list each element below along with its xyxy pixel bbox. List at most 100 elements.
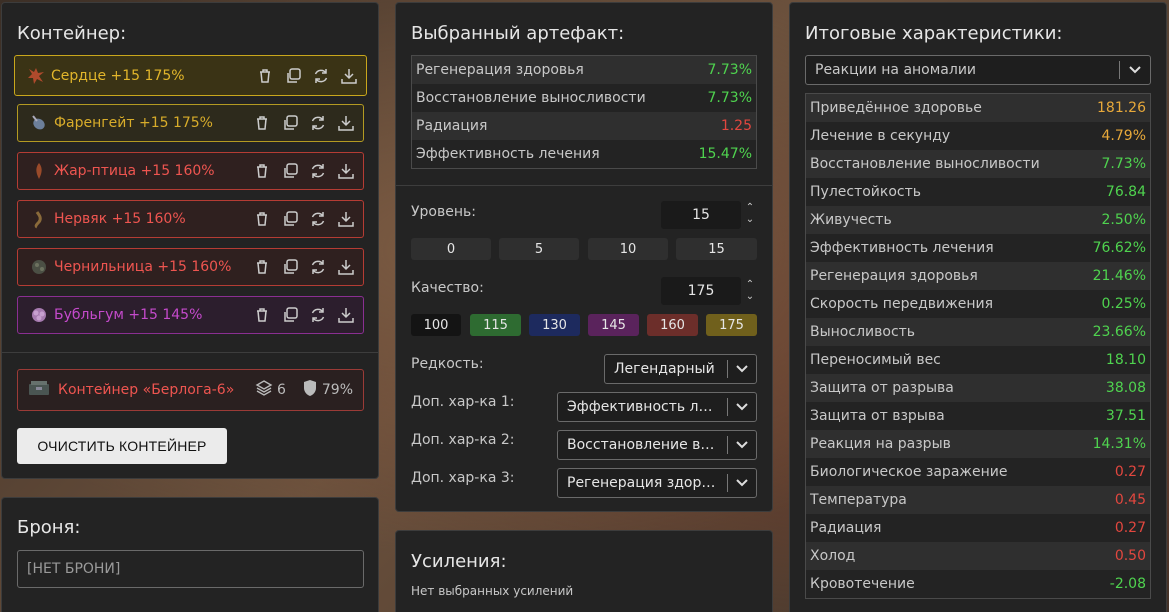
chevron-up-icon[interactable]: ⌃ [745, 202, 755, 214]
refresh-icon[interactable] [309, 306, 327, 324]
stat-value: 21.46% [1092, 268, 1146, 284]
extra3-select[interactable]: Регенерация здоровья [557, 468, 757, 498]
stat-value: 1.25 [720, 118, 752, 134]
container-item[interactable]: Нервяк +15 160% [17, 200, 364, 238]
quality-stepper[interactable]: ⌃ ⌄ [745, 279, 755, 303]
table-row: Защита от разрыва 38.08 [806, 374, 1150, 402]
quality-preset-button[interactable]: 160 [647, 314, 698, 336]
stat-value: 0.25% [1101, 296, 1146, 312]
stat-value: 76.84 [1105, 184, 1146, 200]
container-item[interactable]: Чернильница +15 160% [17, 248, 364, 286]
table-row: Выносливость 23.66% [806, 318, 1150, 346]
table-row: Восстановление выносливости 7.73% [412, 84, 756, 112]
chevron-down-icon [1120, 66, 1150, 74]
trash-icon[interactable] [253, 114, 271, 132]
stat-value: 4.79% [1101, 128, 1146, 144]
table-row: Температура 0.45 [806, 486, 1150, 514]
quality-preset-button[interactable]: 115 [470, 314, 521, 336]
quality-input[interactable]: 175 [661, 277, 741, 305]
table-row: Защита от взрыва 37.51 [806, 402, 1150, 430]
clear-container-button[interactable]: ОЧИСТИТЬ КОНТЕЙНЕР [17, 428, 227, 464]
chevron-down-icon[interactable]: ⌄ [745, 291, 755, 303]
stat-value: 0.45 [1114, 492, 1146, 508]
table-row: Биологическое заражение 0.27 [806, 458, 1150, 486]
refresh-icon[interactable] [312, 67, 330, 85]
chevron-down-icon [728, 479, 756, 487]
final-stats-panel: Итоговые характеристики: Реакции на аном… [789, 2, 1167, 612]
container-card[interactable]: Контейнер «Берлога-6» 6 79% [17, 369, 364, 411]
download-icon[interactable] [337, 114, 355, 132]
quality-label: Качество: [411, 280, 484, 296]
level-preset-button[interactable]: 5 [499, 238, 579, 260]
level-stepper[interactable]: ⌃ ⌄ [745, 202, 755, 226]
copy-icon[interactable] [281, 114, 299, 132]
level-input[interactable]: 15 [661, 201, 741, 229]
download-icon[interactable] [337, 210, 355, 228]
stat-label: Температура [810, 492, 907, 508]
download-icon[interactable] [337, 162, 355, 180]
stat-label: Лечение в секунду [810, 128, 951, 144]
table-row: Переносимый вес 18.10 [806, 346, 1150, 374]
final-title: Итоговые характеристики: [805, 23, 1063, 44]
table-row: Регенерация здоровья 21.46% [806, 262, 1150, 290]
artifact-title: Выбранный артефакт: [411, 23, 625, 44]
item-name: Нервяк +15 160% [54, 211, 186, 227]
rarity-select[interactable]: Легендарный [604, 354, 757, 384]
level-label: Уровень: [411, 204, 476, 220]
download-icon[interactable] [337, 306, 355, 324]
container-item[interactable]: Фаренгейт +15 175% [17, 104, 364, 142]
quality-preset-button[interactable]: 175 [706, 314, 757, 336]
table-row: Восстановление выносливости 7.73% [806, 150, 1150, 178]
refresh-icon[interactable] [309, 210, 327, 228]
level-preset-button[interactable]: 15 [676, 238, 757, 260]
container-item[interactable]: Жар-птица +15 160% [17, 152, 364, 190]
copy-icon[interactable] [281, 162, 299, 180]
stat-label: Скорость передвижения [810, 296, 993, 312]
chevron-down-icon[interactable]: ⌄ [745, 214, 755, 226]
boosts-empty-text: Нет выбранных усилений [411, 584, 574, 598]
trash-icon[interactable] [253, 258, 271, 276]
level-preset-button[interactable]: 0 [411, 238, 491, 260]
fahrenheit-artifact-icon [28, 112, 50, 134]
container-item[interactable]: Сердце +15 175% [14, 55, 367, 96]
stat-label: Приведённое здоровье [810, 100, 982, 116]
item-name: Бубльгум +15 145% [54, 307, 203, 323]
level-preset-button[interactable]: 10 [588, 238, 668, 260]
armor-panel: Броня: [НЕТ БРОНИ] [1, 497, 379, 612]
copy-icon[interactable] [281, 258, 299, 276]
quality-preset-button[interactable]: 145 [588, 314, 639, 336]
stat-label: Регенерация здоровья [416, 62, 584, 78]
quality-preset-button[interactable]: 100 [411, 314, 461, 336]
extra1-label: Доп. хар-ка 1: [411, 394, 515, 410]
refresh-icon[interactable] [309, 162, 327, 180]
extra3-value: Регенерация здоровья [567, 475, 727, 491]
boosts-panel: Усиления: Нет выбранных усилений [395, 530, 773, 612]
refresh-icon[interactable] [309, 258, 327, 276]
container-item[interactable]: Бубльгум +15 145% [17, 296, 364, 334]
trash-icon[interactable] [256, 67, 274, 85]
trash-icon[interactable] [253, 210, 271, 228]
download-icon[interactable] [340, 67, 358, 85]
stat-label: Восстановление выносливости [416, 90, 646, 106]
stat-label: Реакция на разрыв [810, 436, 951, 452]
inkwell-artifact-icon [28, 256, 50, 278]
container-name: Контейнер «Берлога-6» [58, 382, 235, 398]
extra1-select[interactable]: Эффективность лечения [557, 392, 757, 422]
refresh-icon[interactable] [309, 114, 327, 132]
download-icon[interactable] [337, 258, 355, 276]
trash-icon[interactable] [253, 162, 271, 180]
table-row: Приведённое здоровье 181.26 [806, 94, 1150, 122]
copy-icon[interactable] [281, 306, 299, 324]
container-slots: 6 [276, 382, 286, 398]
chevron-up-icon[interactable]: ⌃ [745, 279, 755, 291]
copy-icon[interactable] [281, 210, 299, 228]
stats-filter-select[interactable]: Реакции на аномалии [805, 55, 1151, 85]
copy-icon[interactable] [284, 67, 302, 85]
quality-preset-button[interactable]: 130 [529, 314, 580, 336]
extra2-select[interactable]: Восстановление выносливости [557, 430, 757, 460]
trash-icon[interactable] [253, 306, 271, 324]
artifact-stats-table: Регенерация здоровья 7.73% Восстановлени… [411, 55, 757, 169]
armor-field[interactable]: [НЕТ БРОНИ] [17, 550, 364, 588]
table-row: Радиация 1.25 [412, 112, 756, 140]
stats-filter-value: Реакции на аномалии [815, 62, 977, 78]
